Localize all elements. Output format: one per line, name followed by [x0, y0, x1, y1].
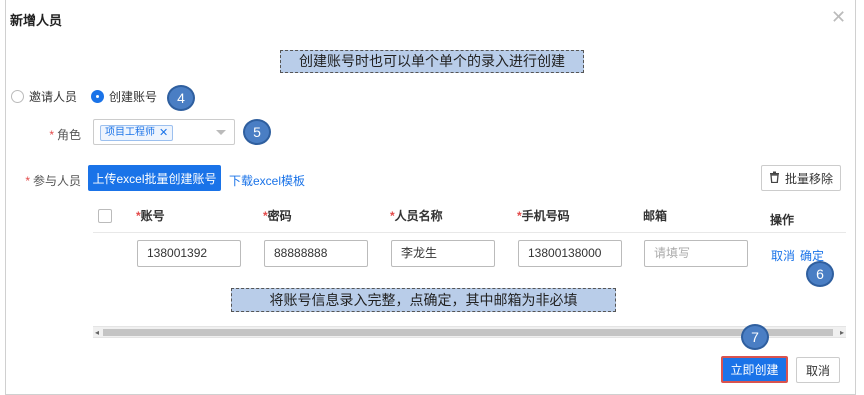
radio-invite-label: 邀请人员	[29, 90, 78, 104]
footer-cancel-button[interactable]: 取消	[796, 357, 840, 383]
scroll-left-icon[interactable]: ◂	[95, 328, 99, 337]
horizontal-scrollbar[interactable]: ◂ ▸	[93, 326, 846, 338]
step-badge-6: 6	[806, 261, 834, 287]
scroll-right-icon[interactable]: ▸	[840, 328, 844, 337]
role-label: * 角色	[49, 128, 81, 142]
tag-remove-icon[interactable]: ✕	[159, 126, 168, 140]
column-header-name: *人员名称	[390, 209, 443, 223]
column-header-email: 邮箱	[643, 209, 668, 223]
close-icon[interactable]: ✕	[831, 8, 846, 26]
radio-create-account[interactable]: 创建账号	[91, 88, 157, 105]
role-tag-label: 项目工程师	[105, 127, 155, 138]
row-cancel-link[interactable]: 取消	[771, 247, 795, 264]
email-input[interactable]: 请填写	[644, 240, 748, 267]
trash-icon	[769, 171, 780, 186]
upload-excel-button[interactable]: 上传excel批量创建账号	[88, 165, 221, 191]
participants-label: * 参与人员	[25, 174, 81, 188]
step-badge-4: 4	[167, 85, 195, 111]
password-input[interactable]: 88888888	[264, 240, 368, 267]
radio-create-label: 创建账号	[109, 90, 158, 104]
column-header-password: *密码	[263, 209, 292, 223]
create-now-button[interactable]: 立即创建	[721, 356, 788, 383]
mode-radio-group: 邀请人员 创建账号	[11, 88, 171, 105]
column-header-account: *账号	[136, 209, 165, 223]
annotation-top-note: 创建账号时也可以单个单个的录入进行创建	[280, 50, 584, 73]
column-header-actions: 操作	[770, 213, 795, 227]
annotation-middle-note: 将账号信息录入完整，点确定，其中邮箱为非必填	[231, 288, 616, 312]
radio-circle	[11, 90, 24, 103]
chevron-down-icon	[216, 130, 226, 135]
account-input[interactable]: 138001392	[137, 240, 241, 267]
role-tag: 项目工程师 ✕	[100, 125, 174, 141]
radio-circle-checked	[91, 90, 105, 103]
step-badge-7: 7	[741, 324, 769, 350]
role-select[interactable]: 项目工程师 ✕	[93, 119, 235, 145]
step-badge-5: 5	[243, 119, 271, 145]
column-header-phone: *手机号码	[517, 209, 570, 223]
phone-input[interactable]: 13800138000	[518, 240, 622, 267]
bulk-remove-label: 批量移除	[784, 171, 833, 186]
add-person-dialog: 新增人员 ✕ 创建账号时也可以单个单个的录入进行创建 邀请人员 创建账号 4 *…	[5, 0, 856, 395]
name-input[interactable]: 李龙生	[391, 240, 495, 267]
download-template-link[interactable]: 下载excel模板	[229, 172, 305, 189]
select-all-checkbox[interactable]	[98, 209, 112, 223]
table-header-divider	[93, 232, 846, 233]
radio-invite[interactable]: 邀请人员	[11, 88, 77, 105]
bulk-remove-button[interactable]: 批量移除	[761, 165, 841, 191]
dialog-title: 新增人员	[10, 13, 63, 28]
scrollbar-thumb[interactable]	[103, 329, 833, 336]
